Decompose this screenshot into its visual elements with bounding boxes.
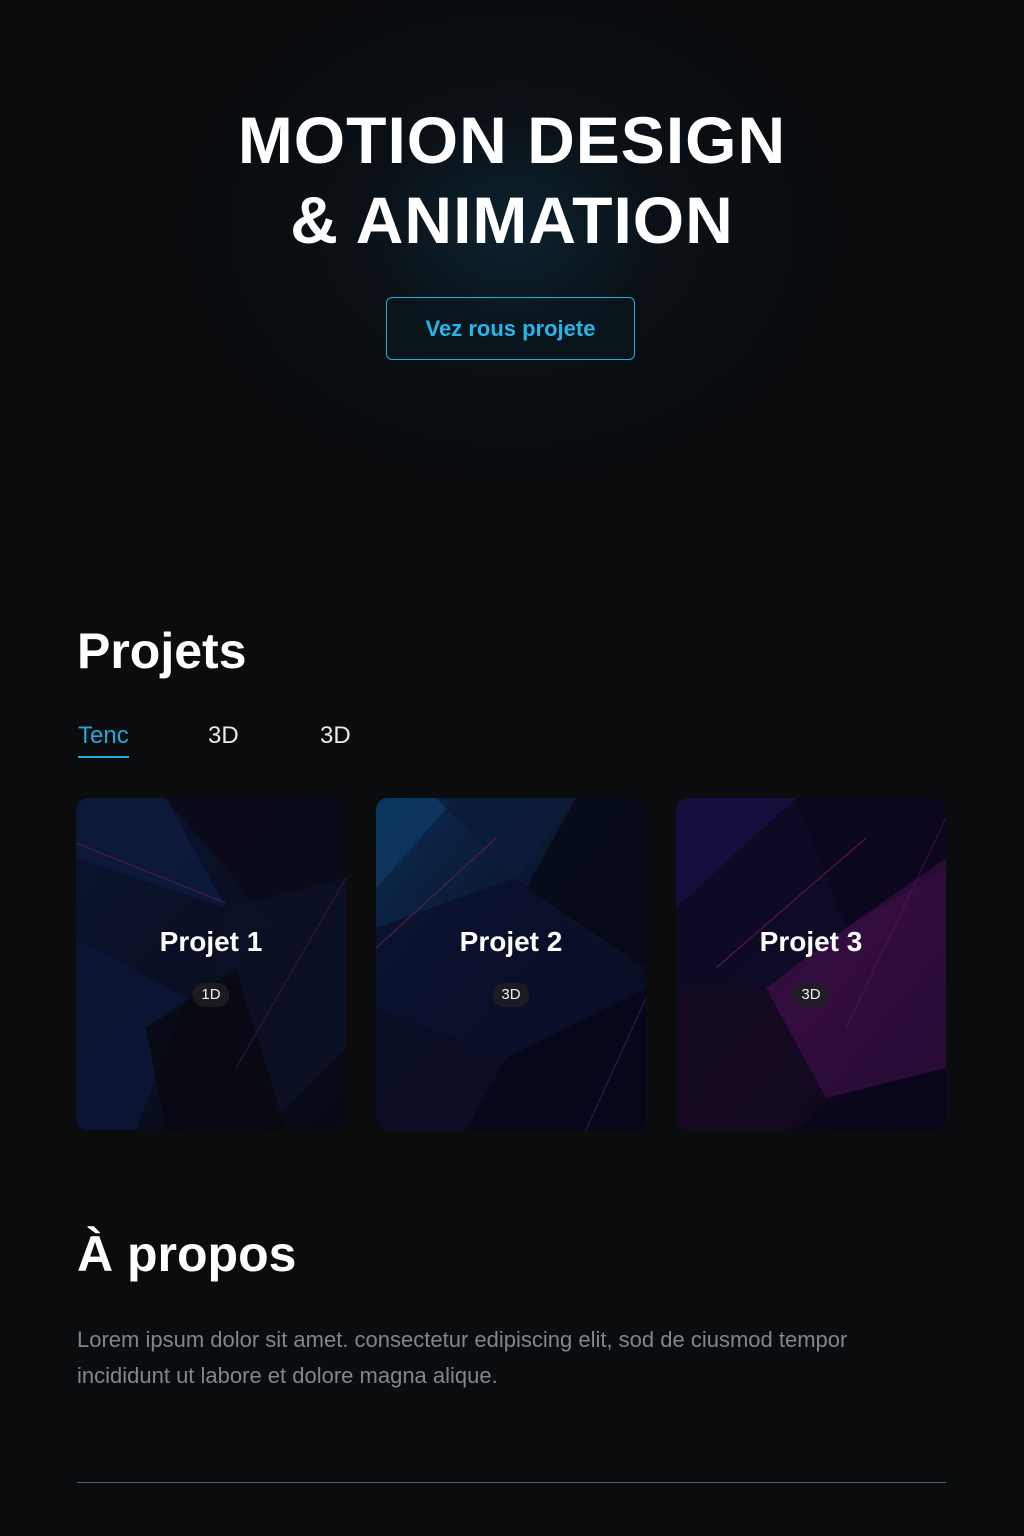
project-card-1-title: Projet 1 bbox=[159, 926, 263, 957]
tab-3d-second[interactable]: 3D bbox=[320, 722, 351, 756]
hero-section: MOTION DESIGN & ANIMATION Vez rous proje… bbox=[0, 0, 1024, 560]
projects-heading: Projets bbox=[77, 623, 247, 679]
page: MOTION DESIGN & ANIMATION Vez rous proje… bbox=[0, 0, 1024, 1536]
project-card-3[interactable]: Projet 3 3D bbox=[676, 798, 946, 1130]
about-heading: À propos bbox=[77, 1226, 297, 1282]
project-card-1[interactable]: Projet 1 1D bbox=[76, 798, 346, 1130]
project-card-3-background bbox=[676, 798, 946, 1130]
project-card-2[interactable]: Projet 2 3D bbox=[376, 798, 646, 1130]
footer-divider bbox=[77, 1482, 946, 1483]
hero-title-line-2: & ANIMATION bbox=[290, 183, 734, 257]
about-text: Lorem ipsum dolor sit amet. consectetur … bbox=[77, 1327, 848, 1388]
tab-tenc[interactable]: Tenc bbox=[78, 722, 129, 758]
project-card-3-title: Projet 3 bbox=[759, 926, 863, 957]
hero-title-line-1: MOTION DESIGN bbox=[237, 103, 787, 177]
project-card-1-background bbox=[76, 798, 346, 1130]
project-card-2-title: Projet 2 bbox=[459, 926, 563, 957]
project-card-2-badge: 3D bbox=[492, 983, 530, 1007]
project-card-2-background bbox=[376, 798, 646, 1130]
view-projects-button[interactable]: Vez rous projete bbox=[386, 297, 635, 360]
hero-title: MOTION DESIGN & ANIMATION bbox=[0, 100, 1024, 260]
tab-3d[interactable]: 3D bbox=[208, 722, 239, 756]
project-card-1-badge: 1D bbox=[192, 983, 230, 1007]
project-card-3-badge: 3D bbox=[792, 983, 830, 1007]
